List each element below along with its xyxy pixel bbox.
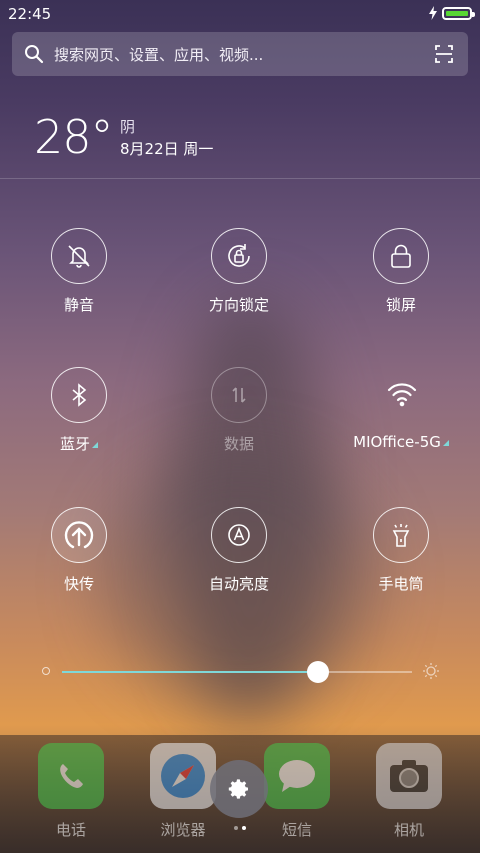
temperature: 28° bbox=[34, 110, 114, 164]
toggle-label: 蓝牙 bbox=[19, 433, 139, 454]
mute-bell-icon bbox=[51, 228, 107, 284]
toggle-label: 快传 bbox=[63, 575, 94, 593]
camera-icon bbox=[376, 743, 442, 809]
weather-date: 8月22日 周一 bbox=[120, 140, 214, 158]
status-time: 22:45 bbox=[8, 5, 52, 23]
gear-icon bbox=[228, 779, 248, 799]
toggle-label: 锁屏 bbox=[385, 296, 416, 314]
wifi-icon bbox=[373, 367, 429, 423]
dock-app-camera[interactable]: 相机 bbox=[374, 743, 444, 840]
search-bar[interactable]: 搜索网页、设置、应用、视频... bbox=[12, 32, 468, 76]
toggle-bluetooth[interactable]: 蓝牙 bbox=[19, 367, 139, 454]
divider bbox=[0, 178, 480, 179]
browser-compass-icon bbox=[150, 743, 216, 809]
toggle-label: 手电筒 bbox=[378, 575, 424, 593]
page-indicator bbox=[232, 826, 252, 832]
brightness-track[interactable] bbox=[62, 661, 412, 683]
flashlight-icon bbox=[373, 507, 429, 563]
brightness-high-icon bbox=[423, 663, 439, 679]
messages-icon bbox=[264, 743, 330, 809]
phone-icon bbox=[38, 743, 104, 809]
bluetooth-icon bbox=[51, 367, 107, 423]
more-indicator bbox=[442, 440, 449, 446]
toggle-label: 自动亮度 bbox=[208, 575, 269, 593]
dock-label: 短信 bbox=[281, 821, 312, 839]
page-dot bbox=[234, 826, 238, 830]
toggle-label: 方向锁定 bbox=[208, 296, 269, 314]
lock-icon bbox=[373, 228, 429, 284]
search-icon bbox=[25, 45, 44, 64]
toggle-lock-screen[interactable]: 锁屏 bbox=[341, 228, 461, 315]
page-dot-active bbox=[242, 826, 246, 830]
rotation-lock-icon bbox=[211, 228, 267, 284]
dock-app-messages[interactable]: 短信 bbox=[262, 743, 332, 840]
settings-button[interactable] bbox=[210, 760, 268, 818]
toggle-label: 静音 bbox=[63, 296, 94, 314]
brightness-fill bbox=[62, 671, 318, 673]
brightness-thumb[interactable] bbox=[306, 661, 329, 683]
toggle-mobile-data[interactable]: 数据 bbox=[179, 367, 299, 454]
dock-label: 浏览器 bbox=[160, 821, 206, 839]
dock-app-phone[interactable]: 电话 bbox=[36, 743, 106, 840]
battery-icon bbox=[442, 7, 475, 20]
mobile-data-icon bbox=[211, 367, 267, 423]
toggle-label: MIOffice-5G bbox=[341, 433, 461, 451]
charging-bolt-icon bbox=[429, 6, 437, 20]
status-bar: 22:45 bbox=[0, 0, 480, 28]
toggle-flashlight[interactable]: 手电筒 bbox=[341, 507, 461, 594]
quick-transfer-icon bbox=[51, 507, 107, 563]
dock-app-browser[interactable]: 浏览器 bbox=[148, 743, 218, 840]
weather-condition: 阴 bbox=[120, 118, 136, 136]
dock-label: 电话 bbox=[55, 821, 86, 839]
toggle-mute[interactable]: 静音 bbox=[19, 228, 139, 315]
toggle-quick-transfer[interactable]: 快传 bbox=[19, 507, 139, 594]
auto-brightness-icon bbox=[211, 507, 267, 563]
brightness-low-icon bbox=[42, 667, 50, 675]
scan-icon[interactable] bbox=[434, 44, 454, 64]
toggle-wifi[interactable]: MIOffice-5G bbox=[341, 367, 461, 451]
weather-widget[interactable]: 28° 阴 8月22日 周一 bbox=[34, 110, 213, 164]
toggle-auto-brightness[interactable]: 自动亮度 bbox=[179, 507, 299, 594]
search-input[interactable]: 搜索网页、设置、应用、视频... bbox=[54, 44, 263, 65]
toggle-label: 数据 bbox=[223, 435, 254, 453]
toggle-rotation-lock[interactable]: 方向锁定 bbox=[179, 228, 299, 315]
dock-label: 相机 bbox=[393, 821, 424, 839]
more-indicator bbox=[92, 442, 98, 448]
brightness-slider[interactable] bbox=[40, 660, 440, 684]
